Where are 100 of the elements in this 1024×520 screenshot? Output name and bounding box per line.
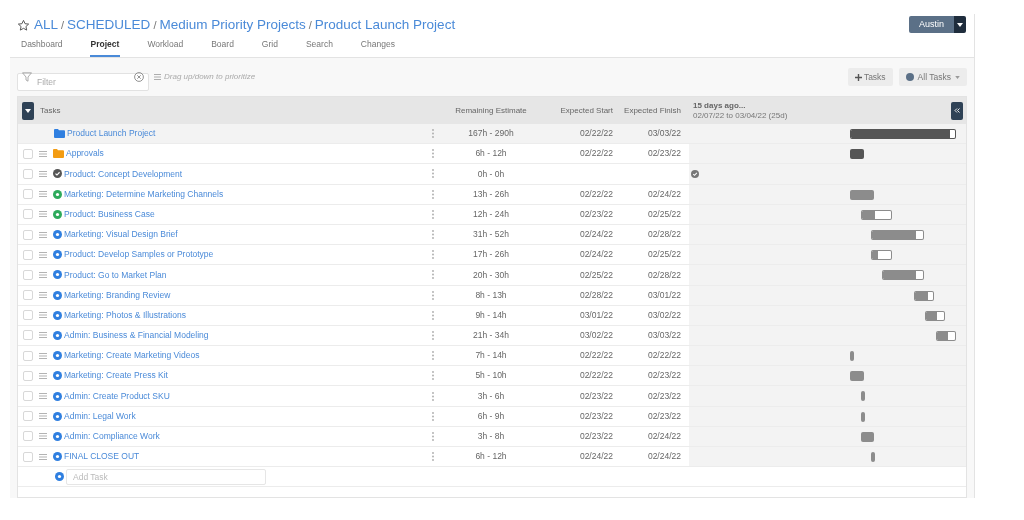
tab[interactable]: Board (210, 38, 235, 57)
task-link[interactable]: Marketing: Create Marketing Videos (64, 349, 200, 363)
start-date-cell-text: 02/24/22 (578, 248, 613, 262)
drag-handle-icon[interactable] (39, 433, 47, 440)
chevron-left-icon (954, 108, 960, 113)
task-link[interactable]: Product: Business Case (64, 207, 155, 221)
star-icon[interactable] (17, 18, 30, 32)
checkbox[interactable] (23, 249, 33, 260)
add-tasks-button[interactable]: Tasks (847, 68, 893, 86)
checkbox[interactable] (23, 350, 33, 361)
gantt-bar (849, 149, 864, 160)
checkbox[interactable] (23, 148, 33, 159)
finish-date-cell-text: 02/28/22 (646, 268, 681, 282)
column-header: Expected Start (559, 104, 613, 117)
tab[interactable]: Dashboard (20, 38, 64, 57)
checkbox[interactable] (23, 391, 33, 402)
task-link[interactable]: Product: Develop Samples or Prototype (64, 248, 214, 262)
finish-date-cell-text: 03/02/22 (646, 308, 681, 322)
task-link[interactable]: FINAL CLOSE OUT (64, 450, 140, 463)
task-link[interactable]: Approvals (66, 147, 104, 161)
drag-handle-icon[interactable] (39, 352, 47, 359)
user-menu-button[interactable] (954, 16, 966, 33)
checkbox[interactable] (23, 370, 33, 381)
drag-handle-icon[interactable] (39, 312, 47, 319)
collapse-timeline-button[interactable] (951, 101, 963, 120)
drag-handle-icon[interactable] (39, 271, 47, 278)
clear-icon[interactable] (134, 72, 144, 82)
task-link[interactable]: Admin: Compliance Work (64, 430, 160, 443)
drag-handle-icon[interactable] (39, 231, 47, 238)
checkbox[interactable] (23, 290, 33, 301)
column-header: Remaining Estimate (454, 104, 528, 117)
finish-date-cell-text: 02/25/22 (646, 207, 681, 221)
checkbox[interactable] (23, 229, 33, 240)
task-link[interactable]: Marketing: Photos & Illustrations (64, 308, 186, 322)
checkbox[interactable] (23, 209, 33, 220)
status-circle-icon (53, 290, 62, 300)
caret-icon (955, 75, 960, 79)
estimate-cell-text: 13h - 26h (472, 187, 510, 201)
start-date-cell-text: 02/23/22 (578, 389, 613, 403)
task-link[interactable]: Product Launch Project (67, 127, 156, 140)
finish-date-cell-text: 02/23/22 (646, 389, 681, 403)
filter-field[interactable]: Filter (17, 73, 149, 91)
start-date-cell-text: 02/22/22 (578, 127, 613, 140)
task-link[interactable]: Marketing: Visual Design Brief (64, 228, 178, 241)
breadcrumb-link[interactable]: Product Launch Project (314, 15, 456, 36)
drag-handle-icon[interactable] (39, 332, 47, 339)
drag-handle-icon[interactable] (39, 251, 47, 258)
task-link[interactable]: Marketing: Branding Review (64, 288, 171, 302)
gantt-bar (849, 371, 864, 382)
drag-handle-icon[interactable] (39, 292, 47, 299)
breadcrumb-link[interactable]: ALL (34, 15, 59, 36)
checkbox[interactable] (23, 431, 33, 442)
drag-handle-icon[interactable] (39, 211, 47, 218)
drag-handle-icon[interactable] (39, 453, 47, 460)
breadcrumb-link[interactable]: SCHEDULED (67, 15, 151, 36)
status-circle-icon (53, 250, 62, 260)
checkbox[interactable] (23, 330, 33, 341)
drag-handle-icon[interactable] (39, 191, 47, 198)
breadcrumb-separator: / (308, 17, 312, 33)
task-link[interactable]: Marketing: Create Press Kit (64, 369, 168, 383)
status-circle-icon (53, 391, 62, 401)
checkbox[interactable] (23, 310, 33, 321)
checkbox[interactable] (23, 411, 33, 422)
task-link[interactable]: Admin: Legal Work (64, 409, 136, 423)
estimate-cell-text: 0h - 0h (476, 167, 506, 181)
drag-handle-icon[interactable] (39, 413, 47, 420)
drag-handle-icon[interactable] (39, 372, 47, 379)
status-circle-icon (53, 452, 62, 462)
checkbox[interactable] (23, 189, 33, 200)
tab[interactable]: Workload (146, 38, 185, 57)
collapse-button[interactable] (22, 101, 34, 120)
user-button[interactable]: Austin (909, 16, 954, 33)
estimate-cell-text: 167h - 290h (467, 127, 515, 140)
gantt-bar (860, 411, 865, 422)
breadcrumb-link[interactable]: Medium Priority Projects (159, 15, 306, 36)
timeline-title: 15 days ago... (693, 100, 747, 111)
checkbox[interactable] (23, 269, 33, 280)
breadcrumb-separator: / (61, 17, 65, 33)
status-circle-icon (53, 351, 62, 361)
gantt-bar (860, 431, 875, 442)
tab[interactable]: Changes (359, 38, 396, 57)
tab[interactable]: Grid (260, 38, 279, 57)
checkbox[interactable] (23, 168, 33, 179)
checkbox[interactable] (23, 451, 33, 462)
task-link[interactable]: Marketing: Determine Marketing Channels (64, 187, 224, 201)
drag-handle-icon[interactable] (39, 150, 47, 157)
task-link[interactable]: Product: Go to Market Plan (64, 268, 167, 282)
task-link[interactable]: Product: Concept Development (64, 167, 183, 181)
all-tasks-button[interactable]: All Tasks (898, 68, 967, 86)
drag-handle-icon[interactable] (39, 170, 47, 177)
caret-icon (957, 22, 963, 27)
task-link[interactable]: Admin: Create Product SKU (64, 389, 170, 403)
drag-handle-icon[interactable] (39, 393, 47, 400)
estimate-cell-text: 17h - 26h (472, 248, 510, 262)
estimate-cell-text: 8h - 13h (474, 288, 508, 302)
estimate-cell-text: 6h - 9h (476, 409, 506, 423)
finish-date-cell-text: 02/24/22 (646, 450, 681, 463)
task-link[interactable]: Admin: Business & Financial Modeling (64, 329, 209, 342)
tab[interactable]: Search (304, 38, 334, 57)
add-task-field[interactable]: Add Task (66, 468, 266, 485)
